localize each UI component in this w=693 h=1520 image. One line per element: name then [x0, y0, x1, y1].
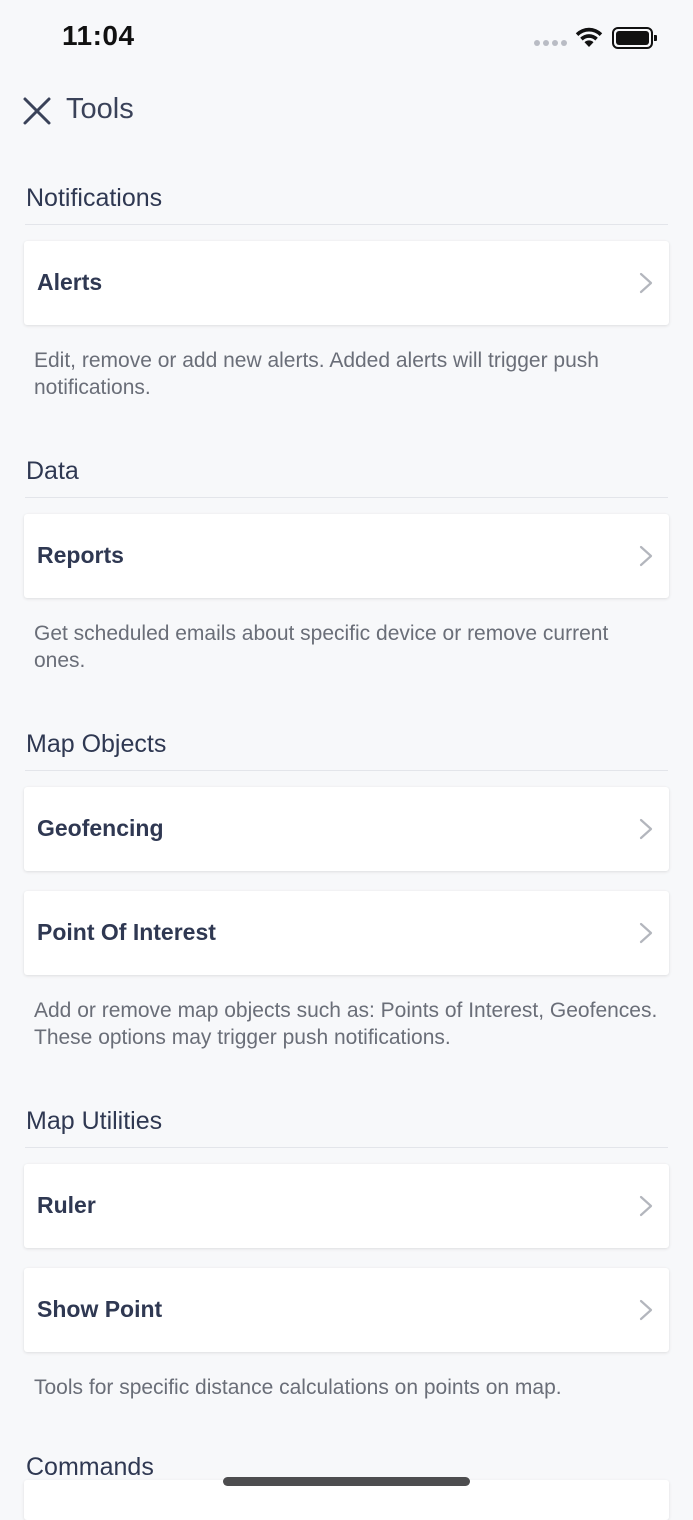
ruler-row[interactable]: Ruler: [24, 1164, 669, 1248]
chevron-right-icon: [639, 272, 653, 294]
tools-list: Notifications Alerts Edit, remove or add…: [0, 178, 693, 1494]
cellular-signal-icon: [534, 40, 567, 46]
section-title: Data: [26, 457, 79, 485]
page-title: Tools: [66, 93, 134, 125]
chevron-right-icon: [639, 1299, 653, 1321]
section-title: Map Utilities: [26, 1107, 163, 1135]
row-label: Point Of Interest: [37, 919, 216, 945]
section-title: Map Objects: [26, 730, 167, 758]
chevron-right-icon: [639, 1195, 653, 1217]
navigation-bar: Tools: [0, 84, 693, 138]
section-description: Add or remove map objects such as: Point…: [34, 999, 658, 1049]
section-title: Notifications: [26, 184, 163, 212]
section-description: Edit, remove or add new alerts. Added al…: [34, 349, 599, 399]
home-indicator[interactable]: [223, 1477, 470, 1486]
chevron-right-icon: [639, 545, 653, 567]
show-point-row[interactable]: Show Point: [24, 1268, 669, 1352]
geofencing-row[interactable]: Geofencing: [24, 787, 669, 871]
row-label: Show Point: [37, 1296, 163, 1322]
status-bar: 11:04: [0, 0, 693, 76]
chevron-right-icon: [639, 922, 653, 944]
section-header-map-utilities: Map Utilities: [25, 1101, 668, 1148]
commands-row[interactable]: [24, 1480, 669, 1520]
close-icon[interactable]: [22, 96, 52, 126]
chevron-right-icon: [639, 818, 653, 840]
section-title: Commands: [26, 1453, 154, 1481]
section-header-notifications: Notifications: [25, 178, 668, 225]
status-time: 11:04: [62, 20, 135, 51]
reports-row[interactable]: Reports: [24, 514, 669, 598]
row-label: Alerts: [37, 269, 103, 295]
section-description: Get scheduled emails about specific devi…: [34, 622, 609, 672]
row-label: Geofencing: [37, 815, 164, 841]
point-of-interest-row[interactable]: Point Of Interest: [24, 891, 669, 975]
row-label: Ruler: [37, 1192, 96, 1218]
alerts-row[interactable]: Alerts: [24, 241, 669, 325]
section-description: Tools for specific distance calculations…: [34, 1376, 562, 1399]
wifi-icon: [575, 27, 603, 47]
row-label: Reports: [37, 542, 124, 568]
section-header-map-objects: Map Objects: [25, 724, 668, 771]
battery-icon: [612, 27, 657, 49]
section-header-data: Data: [25, 451, 668, 498]
